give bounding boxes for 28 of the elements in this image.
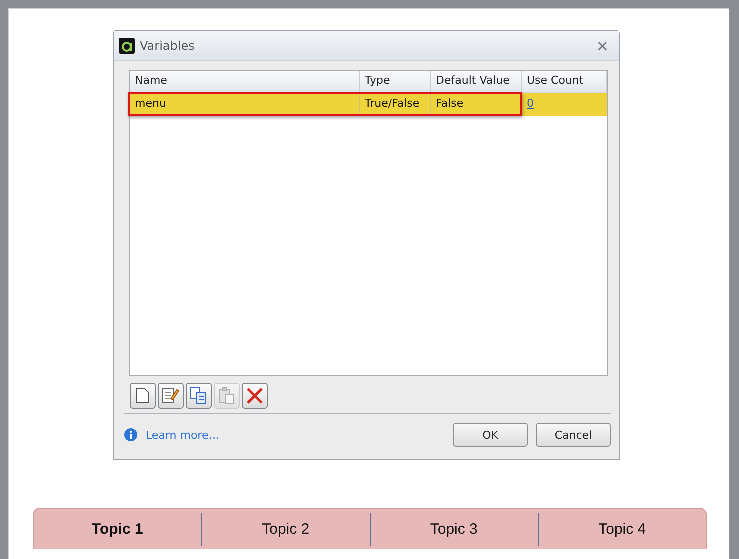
topic-tab[interactable]: Topic 1 (92, 520, 144, 538)
topic-tab[interactable]: Topic 2 (262, 520, 310, 538)
dialog-button[interactable]: OK (453, 423, 528, 447)
table-cell: menu (130, 93, 360, 116)
pencil-page-icon (162, 387, 180, 405)
copy-button[interactable] (186, 383, 212, 409)
info-icon (124, 428, 138, 442)
delete-button[interactable] (242, 383, 268, 409)
paste-icon (218, 387, 236, 405)
column-header[interactable]: Name (130, 71, 360, 92)
use-count-link[interactable]: 0 (522, 93, 539, 116)
topic-tab[interactable]: Topic 3 (430, 520, 478, 538)
column-header[interactable]: Default Value (431, 71, 522, 92)
column-header[interactable]: Use Count (522, 71, 607, 92)
app-logo-icon (119, 38, 135, 54)
window-title: Variables (140, 38, 196, 52)
learn-more-link[interactable]: Learn more… (146, 428, 445, 442)
dialog-button[interactable]: Cancel (536, 423, 611, 447)
new-button[interactable] (130, 383, 156, 409)
delete-icon (246, 387, 264, 405)
table-cell: False (431, 93, 522, 116)
table-row[interactable]: menu True/False False 0 (130, 93, 607, 116)
copy-icon (190, 387, 208, 405)
blank-page-icon (136, 388, 150, 404)
edit-button[interactable] (158, 383, 184, 409)
topic-tab[interactable]: Topic 4 (598, 520, 646, 538)
column-header[interactable]: Type (360, 71, 431, 92)
table-cell: True/False (360, 93, 431, 116)
